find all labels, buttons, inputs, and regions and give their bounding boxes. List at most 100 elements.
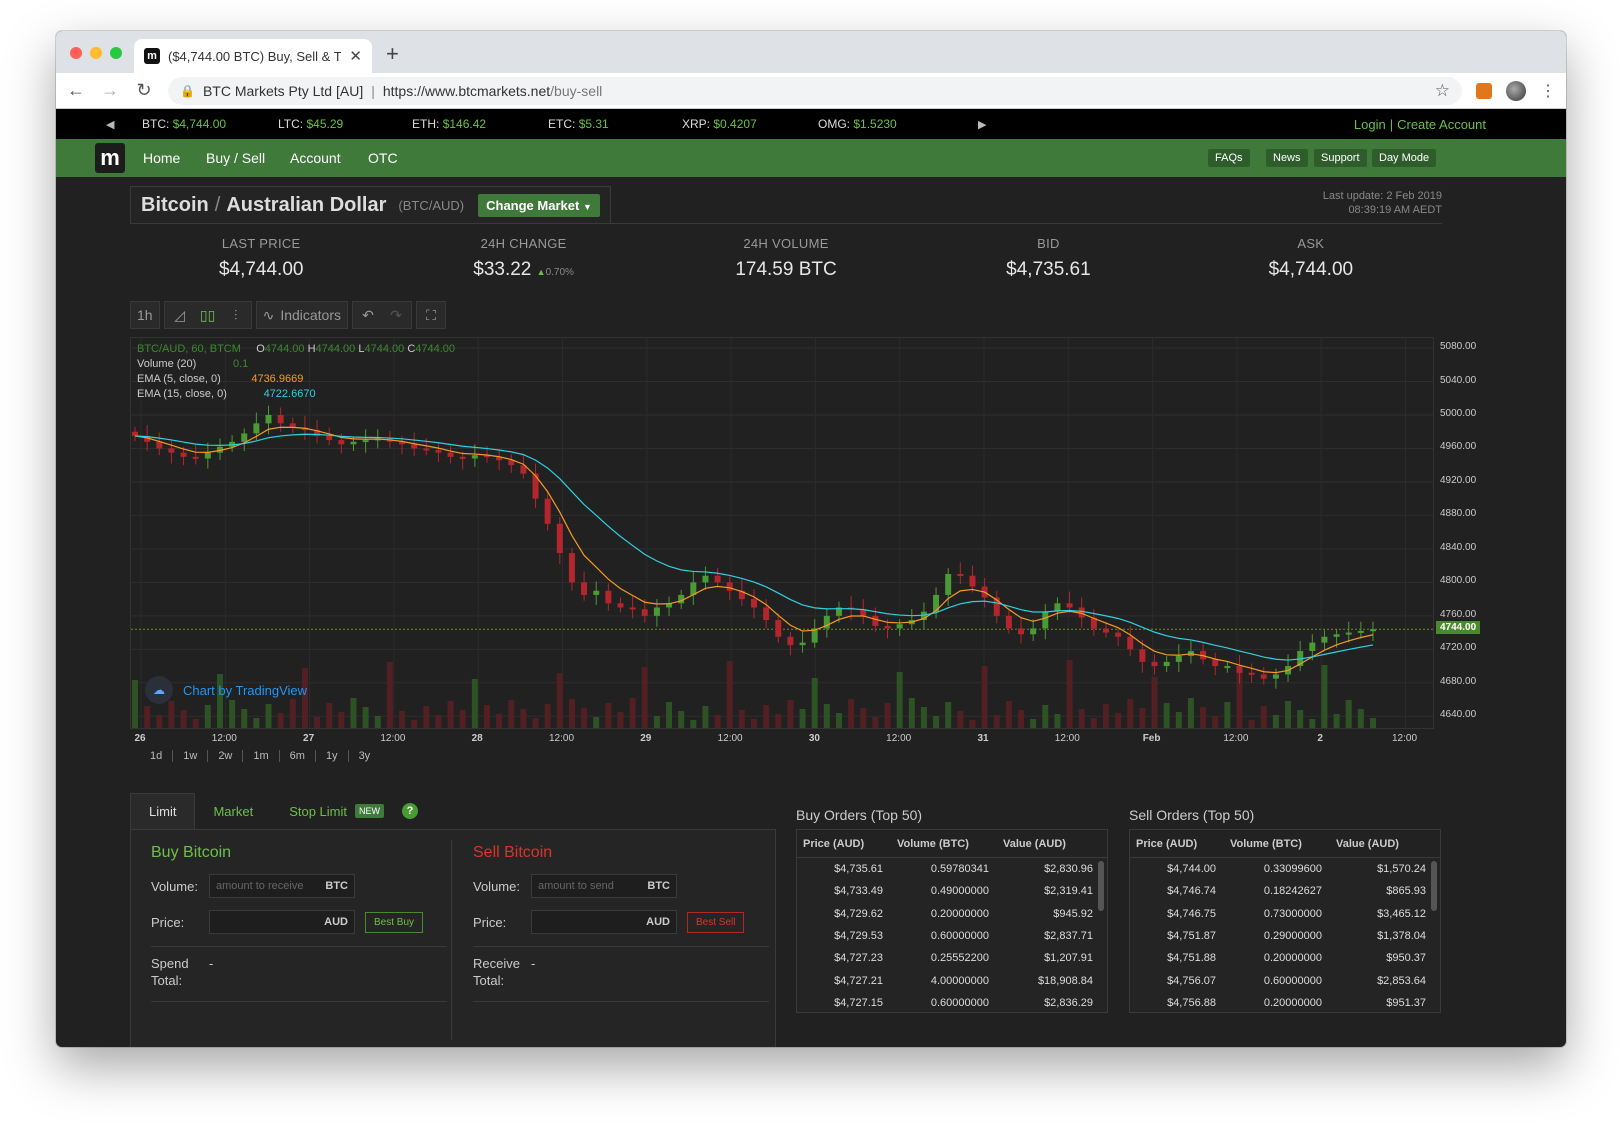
support-button[interactable]: Support xyxy=(1314,149,1367,167)
back-arrow-icon[interactable]: ← xyxy=(66,80,86,101)
ticker-prev-icon[interactable]: ◀ xyxy=(106,118,114,131)
indicators-button[interactable]: ∿ Indicators xyxy=(255,301,349,329)
help-icon[interactable]: ? xyxy=(402,803,418,819)
order-row[interactable]: $4,756.07 0.60000000 $2,853.64 xyxy=(1130,969,1440,991)
volume-bar xyxy=(350,698,357,728)
day-mode-button[interactable]: Day Mode xyxy=(1372,149,1437,167)
maximize-window-button[interactable] xyxy=(110,47,122,59)
metamask-extension-icon[interactable] xyxy=(1476,82,1492,99)
bars-chart-icon[interactable]: ⫶ xyxy=(223,307,249,324)
time-axis[interactable]: 26 12:00 27 12:00 28 12:00 29 12:00 30 12:00 31 12:… xyxy=(130,733,1434,749)
scrollbar[interactable] xyxy=(1431,861,1437,911)
volume-bar xyxy=(581,708,588,728)
column-header[interactable]: Price (AUD) xyxy=(1130,838,1224,850)
redo-icon[interactable]: ↷ xyxy=(383,307,409,324)
order-row[interactable]: $4,756.88 0.20000000 $951.37 xyxy=(1130,992,1440,1012)
order-value: $2,853.64 xyxy=(1377,974,1426,987)
order-row[interactable]: $4,744.00 0.33099600 $1,570.24 xyxy=(1130,858,1440,880)
browser-menu-icon[interactable]: ⋮ xyxy=(1540,81,1556,101)
faqs-button[interactable]: FAQs xyxy=(1208,149,1250,167)
order-row[interactable]: $4,746.75 0.73000000 $3,465.12 xyxy=(1130,903,1440,925)
minimize-window-button[interactable] xyxy=(90,47,102,59)
interval-button[interactable]: 1h xyxy=(130,301,160,329)
order-row[interactable]: $4,735.61 0.59780341 $2,830.96 xyxy=(797,858,1107,880)
sell-orders-body[interactable]: $4,744.00 0.33099600 $1,570.24 $4,746.74 0.1… xyxy=(1129,857,1441,1013)
range-2w[interactable]: 2w xyxy=(208,750,244,762)
range-6m[interactable]: 6m xyxy=(280,750,316,762)
volume-bar xyxy=(241,709,248,728)
tab-market[interactable]: Market xyxy=(195,793,271,829)
login-link[interactable]: Login xyxy=(1354,117,1386,132)
range-1m[interactable]: 1m xyxy=(243,750,280,762)
news-button[interactable]: News xyxy=(1266,149,1308,167)
buy-price-input[interactable]: AUD xyxy=(209,910,355,934)
buy-orders-body[interactable]: $4,735.61 0.59780341 $2,830.96 $4,733.49 0.4… xyxy=(796,857,1108,1013)
nav-home[interactable]: Home xyxy=(143,150,180,166)
change-market-button[interactable]: Change Market ▼ xyxy=(478,194,600,217)
ticker-item[interactable]: ETH: $146.42 xyxy=(412,117,486,131)
order-row[interactable]: $4,733.49 0.49000000 $2,319.41 xyxy=(797,880,1107,902)
nav-buy-sell[interactable]: Buy / Sell xyxy=(206,150,265,166)
buy-volume-input[interactable]: amount to receive BTC xyxy=(209,874,355,898)
best-buy-button[interactable]: Best Buy xyxy=(365,911,424,933)
url-bar[interactable]: 🔒 BTC Markets Pty Ltd [AU] | https://www… xyxy=(168,76,1462,105)
ticker-next-icon[interactable]: ▶ xyxy=(978,118,986,131)
forward-arrow-icon[interactable]: → xyxy=(100,80,120,101)
range-3y[interactable]: 3y xyxy=(349,750,381,762)
nav-otc[interactable]: OTC xyxy=(368,150,398,166)
order-row[interactable]: $4,727.15 0.60000000 $2,836.29 xyxy=(797,992,1107,1012)
order-row[interactable]: $4,727.23 0.25552200 $1,207.91 xyxy=(797,947,1107,969)
tradingview-link[interactable]: Chart by TradingView xyxy=(183,683,307,698)
close-tab-icon[interactable]: ✕ xyxy=(349,47,362,65)
tab-stop-limit[interactable]: Stop Limit xyxy=(271,793,365,829)
range-1w[interactable]: 1w xyxy=(173,750,209,762)
sell-price-input[interactable]: AUD xyxy=(531,910,677,934)
candle-body xyxy=(435,450,442,453)
order-row[interactable]: $4,729.62 0.20000000 $945.92 xyxy=(797,903,1107,925)
ticker-item[interactable]: BTC: $4,744.00 xyxy=(142,117,226,131)
column-header[interactable]: Volume (BTC) xyxy=(891,838,997,850)
reload-icon[interactable]: ↻ xyxy=(134,80,154,101)
tradingview-attribution[interactable]: ☁ Chart by TradingView xyxy=(145,676,307,704)
candle-body xyxy=(326,435,333,441)
undo-icon[interactable]: ↶ xyxy=(355,307,381,324)
order-row[interactable]: $4,727.21 4.00000000 $18,908.84 xyxy=(797,969,1107,991)
create-account-link[interactable]: Create Account xyxy=(1397,117,1486,132)
column-header[interactable]: Price (AUD) xyxy=(797,838,891,850)
close-window-button[interactable] xyxy=(70,47,82,59)
column-header[interactable]: Value (AUD) xyxy=(997,838,1101,850)
volume-bar xyxy=(593,717,600,728)
btcmarkets-logo[interactable]: m xyxy=(95,143,125,173)
nav-account[interactable]: Account xyxy=(290,150,341,166)
order-row[interactable]: $4,751.87 0.29000000 $1,378.04 xyxy=(1130,925,1440,947)
range-1d[interactable]: 1d xyxy=(140,750,174,762)
order-row[interactable]: $4,746.74 0.18242627 $865.93 xyxy=(1130,880,1440,902)
ticker-item[interactable]: OMG: $1.5230 xyxy=(818,117,897,131)
sell-volume-input[interactable]: amount to send BTC xyxy=(531,874,677,898)
scrollbar[interactable] xyxy=(1098,861,1104,911)
area-chart-icon[interactable]: ◿ xyxy=(167,307,193,324)
time-tick-label: Feb xyxy=(1142,733,1161,744)
new-tab-icon[interactable]: + xyxy=(386,41,399,67)
order-row[interactable]: $4,751.88 0.20000000 $950.37 xyxy=(1130,947,1440,969)
legend-ema15: EMA (15, close, 0) xyxy=(137,388,227,400)
fullscreen-icon[interactable]: ⛶ xyxy=(416,301,447,329)
bookmark-star-icon[interactable]: ☆ xyxy=(1435,81,1450,101)
best-sell-button[interactable]: Best Sell xyxy=(687,911,745,933)
receive-total-value: - xyxy=(531,956,536,971)
order-value: $865.93 xyxy=(1386,885,1426,898)
column-header[interactable]: Value (AUD) xyxy=(1330,838,1434,850)
range-1y[interactable]: 1y xyxy=(316,750,349,762)
profile-avatar[interactable] xyxy=(1506,80,1526,101)
order-row[interactable]: $4,729.53 0.60000000 $2,837.71 xyxy=(797,925,1107,947)
ticker-item[interactable]: LTC: $45.29 xyxy=(278,117,343,131)
candles-chart-icon[interactable]: ▯▯ xyxy=(195,307,221,324)
ticker-item[interactable]: ETC: $5.31 xyxy=(548,117,609,131)
browser-tab[interactable]: m ($4,744.00 BTC) Buy, Sell & Tr ✕ xyxy=(134,39,372,73)
price-axis[interactable]: 5080.00 5040.00 5000.00 4960.00 4920.00 4880.… xyxy=(1436,337,1490,729)
time-tick-label: 12:00 xyxy=(211,733,237,744)
tab-limit[interactable]: Limit xyxy=(130,793,196,829)
price-chart[interactable]: BTC/AUD, 60, BTCM O4744.00 H4744.00 L474… xyxy=(130,337,1434,729)
ticker-item[interactable]: XRP: $0.4207 xyxy=(682,117,757,131)
column-header[interactable]: Volume (BTC) xyxy=(1224,838,1330,850)
